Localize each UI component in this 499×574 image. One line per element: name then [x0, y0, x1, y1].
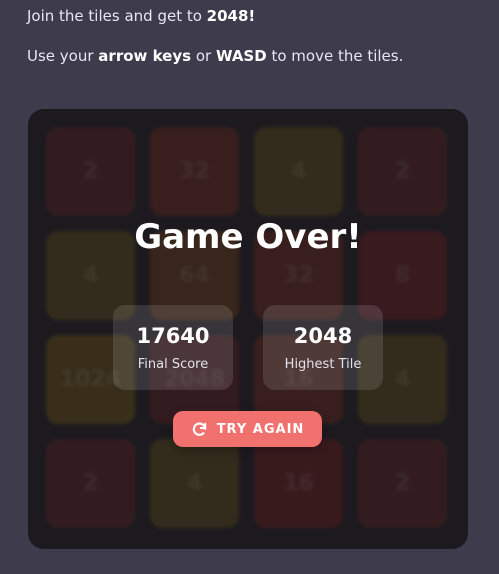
- final-score-card: 17640 Final Score: [113, 305, 233, 390]
- goal-line: Join the tiles and get to 2048!: [27, 6, 403, 26]
- final-score-label: Final Score: [137, 357, 209, 372]
- controls-wasd: WASD: [215, 47, 267, 65]
- controls-prefix: Use your: [27, 47, 99, 65]
- highest-tile-label: Highest Tile: [284, 357, 362, 372]
- game-board: 232424643281024204816424162 Game Over! 1…: [28, 109, 468, 549]
- try-again-button[interactable]: TRY AGAIN: [173, 411, 322, 447]
- controls-suffix: to move the tiles.: [266, 47, 404, 65]
- controls-arrow-keys: arrow keys: [98, 47, 192, 65]
- try-again-label: TRY AGAIN: [216, 421, 305, 437]
- final-score-value: 17640: [136, 324, 210, 348]
- game-over-title: Game Over!: [134, 217, 362, 257]
- highest-tile-value: 2048: [293, 324, 353, 348]
- controls-or: or: [191, 47, 216, 65]
- refresh-icon: [191, 421, 208, 438]
- controls-line: Use your arrow keys or WASD to move the …: [27, 46, 403, 66]
- highest-tile-card: 2048 Highest Tile: [263, 305, 383, 390]
- game-over-overlay: Game Over! 17640 Final Score 2048 Highes…: [28, 109, 468, 549]
- goal-target: 2048!: [206, 7, 256, 25]
- goal-text: Join the tiles and get to: [27, 7, 207, 25]
- instructions: Join the tiles and get to 2048! Use your…: [27, 6, 403, 66]
